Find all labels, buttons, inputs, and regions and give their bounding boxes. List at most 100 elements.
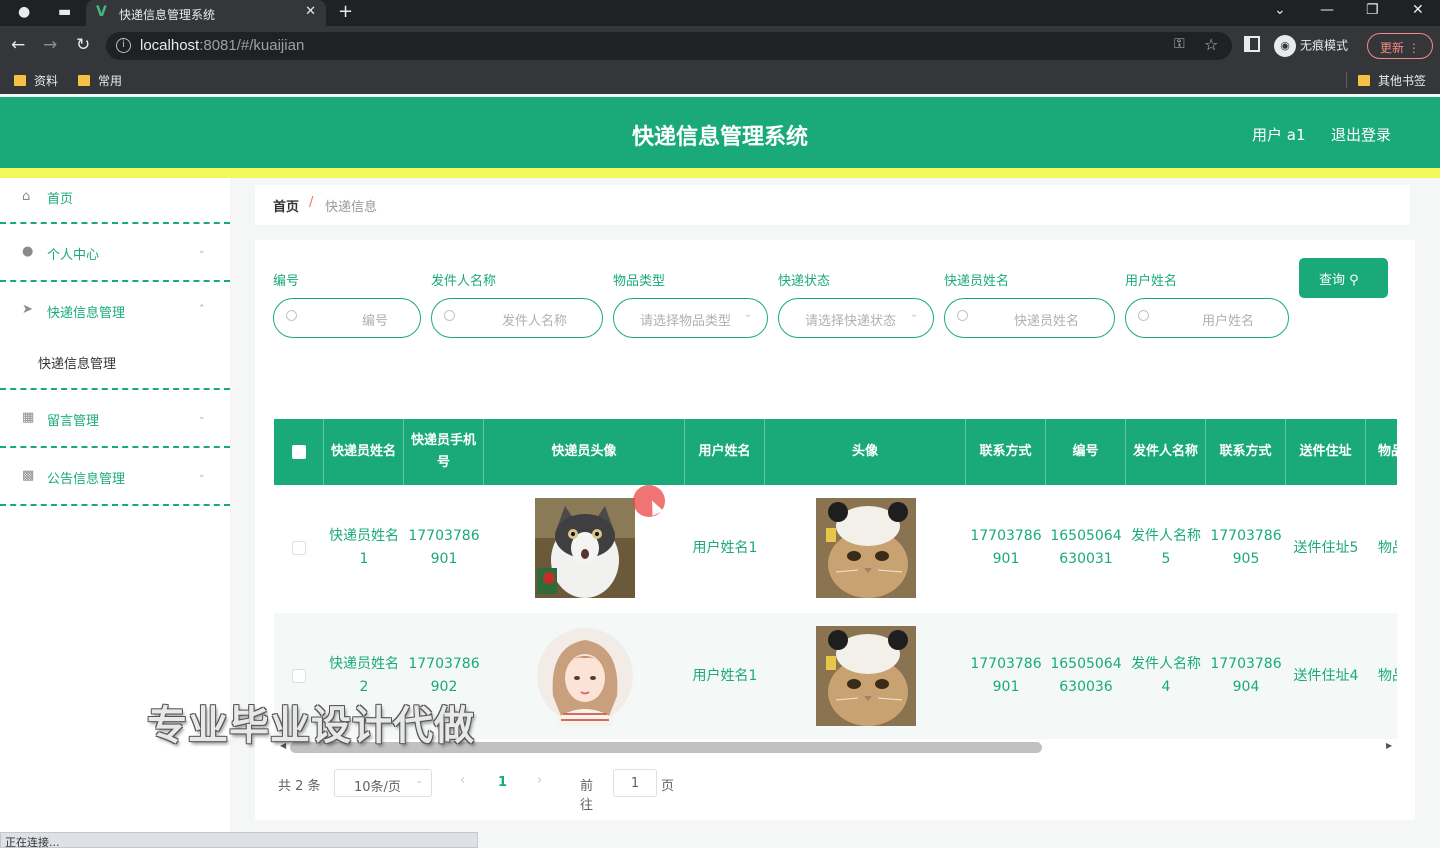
chevron-down-icon: ⌄ — [198, 470, 206, 480]
minimize-icon[interactable]: — — [1320, 2, 1334, 18]
column-header: 编号 — [1046, 419, 1126, 485]
goto-page-input[interactable]: 1 — [613, 769, 657, 797]
search-icon — [1138, 310, 1149, 321]
cat-photo[interactable] — [534, 498, 635, 598]
search-button[interactable]: 查询 ⚲ — [1299, 258, 1388, 298]
browser-tab-bar: ● ▬ V 快递信息管理系统 ✕ + ⌄ — ❐ ✕ — [0, 0, 1440, 26]
avatar-cell — [765, 485, 966, 611]
anime-girl-portrait[interactable] — [535, 626, 635, 726]
sidebar-item-personal-center[interactable]: ● 个人中心 ⌄ — [0, 224, 230, 282]
chevron-up-icon: ⌃ — [198, 304, 206, 314]
filter-label-sender: 发件人名称 — [431, 274, 497, 289]
column-header: 头像 — [765, 419, 966, 485]
notice-icon: ▩ — [22, 468, 35, 483]
browser-menu-icon[interactable]: ● — [18, 4, 30, 20]
column-header: 快递员头像 — [484, 419, 685, 485]
courier-phone-cell: 17703786901 — [408, 528, 480, 567]
incognito-indicator[interactable]: ◉ 无痕模式 — [1274, 35, 1348, 57]
filter-label-item-type: 物品类型 — [613, 274, 666, 289]
user-name-input[interactable]: 用户姓名 — [1125, 298, 1289, 338]
app-title: 快递信息管理系统 — [631, 125, 808, 150]
table-row[interactable]: 快递员姓名1 17703786901 用户姓名1 17703786901 165… — [274, 485, 1397, 611]
row-checkbox[interactable] — [292, 669, 306, 683]
breadcrumb-separator: / — [309, 195, 314, 210]
bookmark-star-icon[interactable]: ☆ — [1204, 35, 1218, 54]
sidebar-item-messages[interactable]: ▦ 留言管理 ⌄ — [0, 390, 230, 448]
select-all-column[interactable] — [274, 419, 324, 485]
courier-name-cell: 快递员姓名1 — [329, 528, 399, 567]
close-window-icon[interactable]: ✕ — [1412, 2, 1424, 18]
contact-cell: 17703786901 — [970, 656, 1042, 695]
update-button[interactable]: 更新 ⋮ — [1367, 33, 1433, 59]
status-select[interactable]: 请选择快递状态 ⌄ — [778, 298, 934, 338]
filter-label-status: 快递状态 — [778, 274, 831, 289]
header-accent-bar — [0, 168, 1440, 178]
current-user[interactable]: 用户 a1 — [1252, 124, 1306, 145]
number-cell: 16505064630036 — [1050, 656, 1122, 695]
bookmarks-bar: 资料 常用 其他书签 — [0, 66, 1440, 94]
tab-list-icon[interactable]: ⌄ — [1274, 2, 1286, 18]
browser-status-bar: 正在连接... — [0, 832, 478, 848]
vue-logo-icon: V — [96, 4, 107, 20]
scroll-right-icon[interactable]: ▶ — [1386, 741, 1392, 750]
back-icon[interactable]: ← — [11, 35, 25, 55]
page-size-select[interactable]: 10条/页 ⌄ — [334, 769, 432, 797]
user-name-cell: 用户姓名1 — [692, 667, 758, 684]
filter-label-number: 编号 — [273, 274, 300, 289]
item-type-select[interactable]: 请选择物品类型 ⌄ — [613, 298, 768, 338]
sender-input[interactable]: 发件人名称 — [431, 298, 603, 338]
password-key-icon[interactable]: ⚿ — [1174, 36, 1185, 52]
chevron-down-icon: ⌄ — [910, 309, 919, 320]
user-icon: ● — [22, 244, 34, 259]
number-input[interactable]: 编号 — [273, 298, 421, 338]
cat-with-hat-photo[interactable] — [815, 498, 916, 598]
breadcrumb: 首页 / 快递信息 — [255, 185, 1410, 225]
cat-with-hat-photo[interactable] — [815, 626, 916, 726]
new-tab-button[interactable]: + — [338, 1, 353, 22]
bookmark-folder[interactable]: 常用 — [78, 72, 122, 89]
filter-label-user: 用户姓名 — [1125, 274, 1178, 289]
reload-icon[interactable]: ↻ — [76, 35, 90, 55]
chevron-down-icon: ⌄ — [198, 412, 206, 422]
side-panel-icon[interactable] — [1244, 36, 1260, 52]
forward-icon[interactable]: → — [43, 35, 57, 55]
breadcrumb-home[interactable]: 首页 — [273, 196, 299, 215]
other-bookmarks[interactable]: 其他书签 — [1358, 72, 1426, 89]
next-page-icon[interactable]: › — [537, 773, 542, 788]
row-checkbox[interactable] — [292, 541, 306, 555]
page-number-current[interactable]: 1 — [498, 775, 507, 790]
prev-page-icon[interactable]: ‹ — [460, 773, 465, 788]
address-bar[interactable]: i localhost:8081/#/kuaijian ⚿ ☆ — [106, 32, 1232, 60]
browser-tab[interactable]: V 快递信息管理系统 ✕ — [86, 0, 326, 26]
restore-icon[interactable]: ❐ — [1366, 2, 1379, 18]
avatar-cell — [765, 613, 966, 739]
chat-icon: ▦ — [22, 410, 35, 425]
pagination-total: 共 2 条 — [278, 779, 321, 794]
page-unit-label: 页 — [661, 779, 675, 794]
logout-link[interactable]: 退出登录 — [1331, 124, 1391, 145]
sender-cell: 发件人名称5 — [1131, 528, 1201, 567]
column-header: 送件住址 — [1286, 419, 1366, 485]
sidebar-item-home[interactable]: ⌂ 首页 — [0, 178, 230, 224]
url-text[interactable]: localhost:8081/#/kuaijian — [140, 37, 304, 54]
courier-name-input[interactable]: 快递员姓名 — [944, 298, 1115, 338]
home-icon: ⌂ — [22, 189, 31, 204]
browser-toolbar: ← → ↻ i localhost:8081/#/kuaijian ⚿ ☆ ◉ 无… — [0, 26, 1440, 66]
bookmark-folder[interactable]: 资料 — [14, 72, 58, 89]
contact-cell: 17703786901 — [970, 528, 1042, 567]
app-header: 快递信息管理系统 用户 a1 退出登录 — [0, 97, 1440, 168]
sidebar-subitem-express[interactable]: 快递信息管理 — [0, 332, 230, 390]
site-info-icon[interactable]: i — [116, 38, 131, 53]
tab-search-icon[interactable]: ▬ — [58, 4, 71, 20]
select-all-checkbox[interactable] — [291, 445, 306, 459]
sidebar-item-notices[interactable]: ▩ 公告信息管理 ⌄ — [0, 448, 230, 506]
incognito-icon: ◉ — [1274, 35, 1296, 57]
courier-avatar-cell — [484, 613, 685, 739]
chevron-down-icon: ⌄ — [744, 309, 753, 320]
table-header: 快递员姓名 快递员手机号 快递员头像 用户姓名 头像 联系方式 编号 发件人名称… — [274, 419, 1397, 485]
column-header: 用户姓名 — [685, 419, 765, 485]
column-header: 物品 — [1366, 419, 1397, 485]
folder-icon — [1358, 75, 1370, 86]
breadcrumb-current: 快递信息 — [325, 200, 378, 215]
tab-close-icon[interactable]: ✕ — [305, 4, 316, 19]
